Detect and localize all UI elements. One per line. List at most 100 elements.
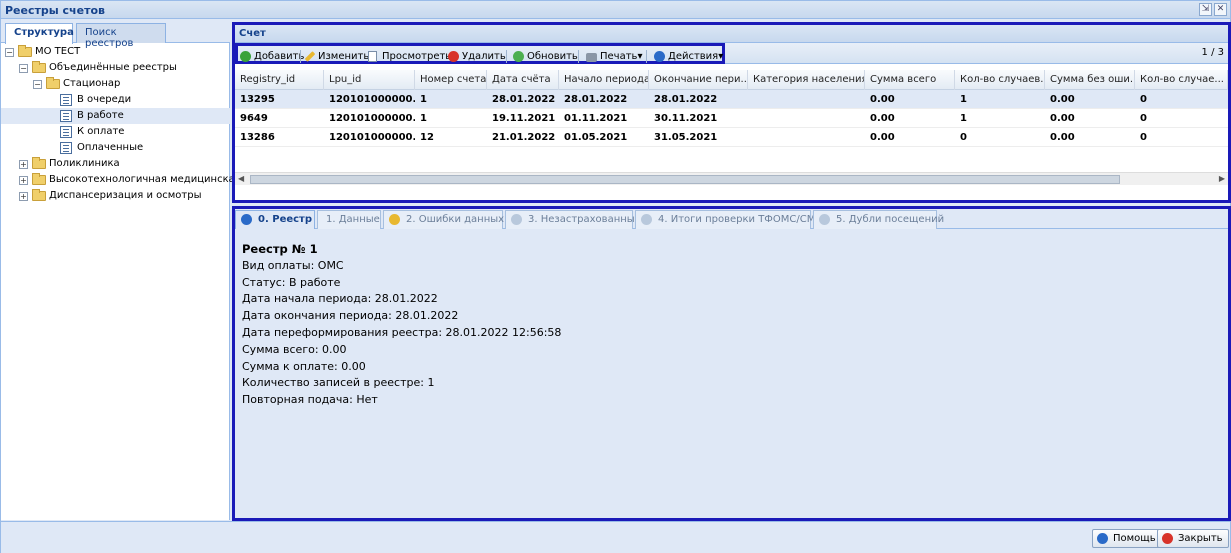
tree-node-label: В очереди bbox=[77, 94, 132, 105]
table-cell: 120101000000... bbox=[329, 113, 415, 124]
column-header[interactable]: Кол-во случаев... bbox=[955, 70, 1045, 90]
window-footer: Помощь Закрыть bbox=[1, 521, 1230, 553]
table-cell: 1 bbox=[420, 113, 427, 124]
delete-label: Удалить bbox=[462, 51, 506, 62]
column-header[interactable]: Дата счёта bbox=[487, 70, 559, 90]
grid-body: 13295 120101000000... 1 28.01.2022 28.01.202… bbox=[235, 90, 1228, 147]
tab-details-2[interactable]: 2. Ошибки данных bbox=[383, 210, 505, 229]
tree-node[interactable]: − МО ТЕСТ bbox=[1, 44, 230, 60]
actions-icon bbox=[654, 51, 665, 62]
expand-icon[interactable]: + bbox=[19, 192, 28, 201]
structure-panel: Структура Поиск реестров − МО ТЕСТ − Объеди… bbox=[1, 20, 241, 520]
table-cell: 0.00 bbox=[1050, 113, 1075, 124]
detail-line: Дата окончания периода: 28.01.2022 bbox=[242, 309, 459, 323]
scroll-right-icon[interactable]: ▶ bbox=[1219, 174, 1225, 183]
scroll-left-icon[interactable]: ◀ bbox=[238, 174, 244, 183]
edit-button[interactable]: Изменить bbox=[304, 50, 369, 64]
tree-node-label: Стационар bbox=[63, 78, 121, 89]
help-button[interactable]: Помощь bbox=[1092, 529, 1162, 548]
table-cell: 0.00 bbox=[1050, 94, 1075, 105]
table-row[interactable]: 13295 120101000000... 1 28.01.2022 28.01.202… bbox=[235, 90, 1228, 109]
toolbar-separator bbox=[578, 50, 579, 63]
tree-node-label: Объединённые реестры bbox=[49, 62, 177, 73]
column-header[interactable]: Сумма без оши... bbox=[1045, 70, 1135, 90]
tree-node-label: Высокотехнологичная медицинская bbox=[49, 174, 241, 185]
tree-node[interactable]: + Поликлиника bbox=[1, 156, 230, 172]
collapse-icon[interactable]: − bbox=[19, 64, 28, 73]
table-cell: 13286 bbox=[240, 132, 275, 143]
info-icon bbox=[241, 214, 252, 225]
scrollbar-thumb[interactable] bbox=[250, 175, 1120, 184]
column-header[interactable]: Сумма всего bbox=[865, 70, 955, 90]
check-icon bbox=[641, 214, 652, 225]
tree-node[interactable]: К оплате bbox=[1, 124, 230, 140]
folder-icon bbox=[18, 45, 32, 57]
horizontal-scrollbar[interactable]: ◀ ▶ bbox=[235, 172, 1228, 185]
table-cell: 21.01.2022 bbox=[492, 132, 556, 143]
column-header[interactable]: Lpu_id bbox=[324, 70, 415, 90]
detail-line: Дата начала периода: 28.01.2022 bbox=[242, 292, 438, 306]
tree-node[interactable]: Оплаченные bbox=[1, 140, 230, 156]
tab-details-4[interactable]: 4. Итоги проверки ТФОМС/СМО bbox=[635, 210, 823, 229]
column-header[interactable]: Окончание пери... bbox=[649, 70, 748, 90]
tree-node[interactable]: В очереди bbox=[1, 92, 230, 108]
table-cell: 01.11.2021 bbox=[564, 113, 628, 124]
view-button[interactable]: Просмотреть bbox=[368, 50, 451, 64]
table-row[interactable]: 13286 120101000000... 12 21.01.2022 01.05.20… bbox=[235, 128, 1228, 147]
tab-details-1[interactable]: 1. Данные bbox=[317, 210, 381, 229]
registry-title: Реестр № 1 bbox=[242, 242, 318, 256]
add-label: Добавить bbox=[254, 51, 305, 62]
close-label: Закрыть bbox=[1178, 533, 1223, 544]
column-header[interactable]: Категория населения bbox=[748, 70, 865, 90]
table-row[interactable]: 9649 120101000000... 1 19.11.2021 01.11.2021… bbox=[235, 109, 1228, 128]
expand-icon[interactable]: + bbox=[19, 160, 28, 169]
print-label: Печать bbox=[600, 51, 638, 62]
column-header[interactable]: Начало периода bbox=[559, 70, 649, 90]
table-cell: 19.11.2021 bbox=[492, 113, 556, 124]
folder-icon bbox=[32, 173, 46, 185]
tab-label: 3. Незастрахованные bbox=[528, 214, 641, 225]
table-cell: 0.00 bbox=[870, 94, 895, 105]
detail-line: Вид оплаты: ОМС bbox=[242, 258, 344, 272]
add-button[interactable]: Добавить bbox=[240, 50, 304, 64]
expand-icon[interactable]: + bbox=[19, 176, 28, 185]
registry-details-panel: 0. Реестр 1. Данные 2. Ошибки данных 3. Нез… bbox=[232, 206, 1231, 521]
column-header[interactable]: Кол-во случае... bbox=[1135, 70, 1228, 90]
close-button[interactable]: Закрыть bbox=[1157, 529, 1229, 548]
tree-node[interactable]: В работе bbox=[1, 108, 230, 124]
tree-node[interactable]: + Высокотехнологичная медицинская bbox=[1, 172, 241, 188]
tree-node-label: Поликлиника bbox=[49, 158, 120, 169]
collapse-icon[interactable]: − bbox=[33, 80, 42, 89]
detail-line: Количество записей в реестре: 1 bbox=[242, 376, 435, 390]
table-cell: 1 bbox=[420, 94, 427, 105]
table-cell: 28.01.2022 bbox=[492, 94, 556, 105]
tab-details-5[interactable]: 5. Дубли посещений bbox=[813, 210, 944, 229]
tab-label: 2. Ошибки данных bbox=[406, 214, 505, 225]
tab-structure[interactable]: Структура bbox=[5, 23, 74, 44]
tree-node[interactable]: + Диспансеризация и осмотры bbox=[1, 188, 230, 204]
column-header[interactable]: Номер счета bbox=[415, 70, 487, 90]
tab-search-registries[interactable]: Поиск реестров bbox=[76, 23, 166, 49]
table-cell: 120101000000... bbox=[329, 132, 415, 143]
tab-label: 4. Итоги проверки ТФОМС/СМО bbox=[658, 214, 824, 225]
print-button[interactable]: Печать▾ bbox=[586, 50, 642, 64]
tree-node[interactable]: − Объединённые реестры bbox=[1, 60, 230, 76]
collapse-icon[interactable]: − bbox=[5, 48, 14, 57]
table-cell: 01.05.2021 bbox=[564, 132, 628, 143]
tree-node-label: Оплаченные bbox=[77, 142, 144, 153]
document-icon bbox=[60, 94, 72, 106]
tree-node[interactable]: − Стационар bbox=[1, 76, 230, 92]
close-icon[interactable]: ✕ bbox=[1214, 3, 1227, 16]
refresh-button[interactable]: Обновить bbox=[513, 50, 578, 64]
tab-label: 5. Дубли посещений bbox=[836, 214, 945, 225]
toolbar-highlight: Добавить Изменить Просмотреть Удалить Об… bbox=[235, 43, 725, 64]
table-cell: 30.11.2021 bbox=[654, 113, 718, 124]
actions-button[interactable]: Действия▾ bbox=[654, 50, 723, 64]
tab-details-3[interactable]: 3. Незастрахованные bbox=[505, 210, 641, 229]
table-cell: 12 bbox=[420, 132, 434, 143]
column-header[interactable]: Registry_id bbox=[235, 70, 324, 90]
delete-button[interactable]: Удалить bbox=[448, 50, 506, 64]
restore-icon[interactable]: ⇲ bbox=[1199, 3, 1212, 16]
view-label: Просмотреть bbox=[382, 51, 452, 62]
tab-details-0[interactable]: 0. Реестр bbox=[235, 210, 315, 229]
